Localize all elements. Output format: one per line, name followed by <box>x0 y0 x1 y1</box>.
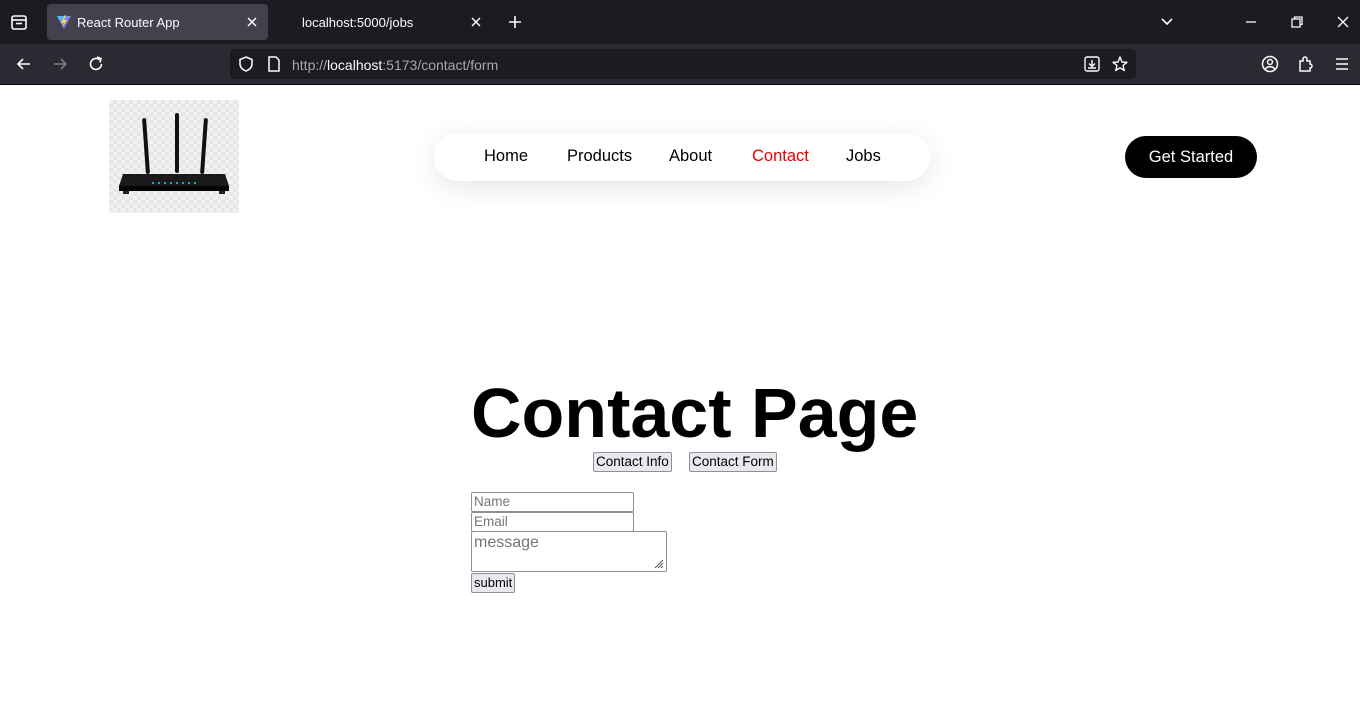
chevron-down-icon[interactable] <box>1157 12 1177 32</box>
back-icon[interactable] <box>14 54 34 74</box>
tab-localhost-jobs[interactable]: localhost:5000/jobs <box>286 4 492 40</box>
get-started-button[interactable]: Get Started <box>1125 136 1257 178</box>
router-logo[interactable] <box>109 100 239 213</box>
new-tab-icon[interactable] <box>505 12 525 32</box>
close-tab-icon[interactable] <box>244 14 260 30</box>
reload-icon[interactable] <box>86 54 106 74</box>
url-path: :5173/contact/form <box>382 57 499 73</box>
tab-title: React Router App <box>77 15 180 30</box>
tab-react-router-app[interactable]: React Router App <box>47 4 268 40</box>
extensions-icon[interactable] <box>1296 54 1316 74</box>
message-placeholder: message <box>474 534 539 551</box>
nav-home[interactable]: Home <box>484 147 528 166</box>
close-tab-icon[interactable] <box>468 14 484 30</box>
url-host: localhost <box>327 57 383 73</box>
main-nav: Home Products About Contact Jobs <box>434 133 930 181</box>
name-input[interactable]: Name <box>471 492 634 512</box>
close-window-icon[interactable] <box>1333 12 1353 32</box>
page-icon[interactable] <box>265 55 283 73</box>
page-title: Contact Page <box>471 374 919 452</box>
url-text[interactable]: http://localhost:5173/contact/form <box>292 57 498 73</box>
download-page-icon[interactable] <box>1083 55 1101 73</box>
tab-list-icon[interactable] <box>8 11 30 33</box>
router-image <box>119 113 229 194</box>
restore-icon[interactable] <box>1287 12 1307 32</box>
menu-icon[interactable] <box>1332 54 1352 74</box>
message-textarea[interactable]: message <box>471 531 667 572</box>
bookmark-star-icon[interactable] <box>1111 55 1129 73</box>
address-bar[interactable]: http://localhost:5173/contact/form <box>230 49 1136 79</box>
nav-jobs[interactable]: Jobs <box>846 147 881 166</box>
resize-grip-icon[interactable] <box>652 557 664 569</box>
page-content: Home Products About Contact Jobs Get Sta… <box>0 85 1360 716</box>
contact-info-button[interactable]: Contact Info <box>593 452 672 472</box>
browser-tab-bar: React Router App localhost:5000/jobs <box>0 0 1360 44</box>
vite-logo-icon <box>57 15 71 29</box>
email-input[interactable]: Email <box>471 512 634 532</box>
account-icon[interactable] <box>1260 54 1280 74</box>
submit-button[interactable]: submit <box>471 573 516 593</box>
shield-icon[interactable] <box>237 55 255 73</box>
minimize-icon[interactable] <box>1241 12 1261 32</box>
nav-contact[interactable]: Contact <box>752 147 809 166</box>
contact-form-button[interactable]: Contact Form <box>689 452 777 472</box>
forward-icon[interactable] <box>50 54 70 74</box>
url-scheme: http:// <box>292 57 328 73</box>
nav-products[interactable]: Products <box>567 147 632 166</box>
tab-title: localhost:5000/jobs <box>302 15 414 30</box>
nav-about[interactable]: About <box>669 147 712 166</box>
